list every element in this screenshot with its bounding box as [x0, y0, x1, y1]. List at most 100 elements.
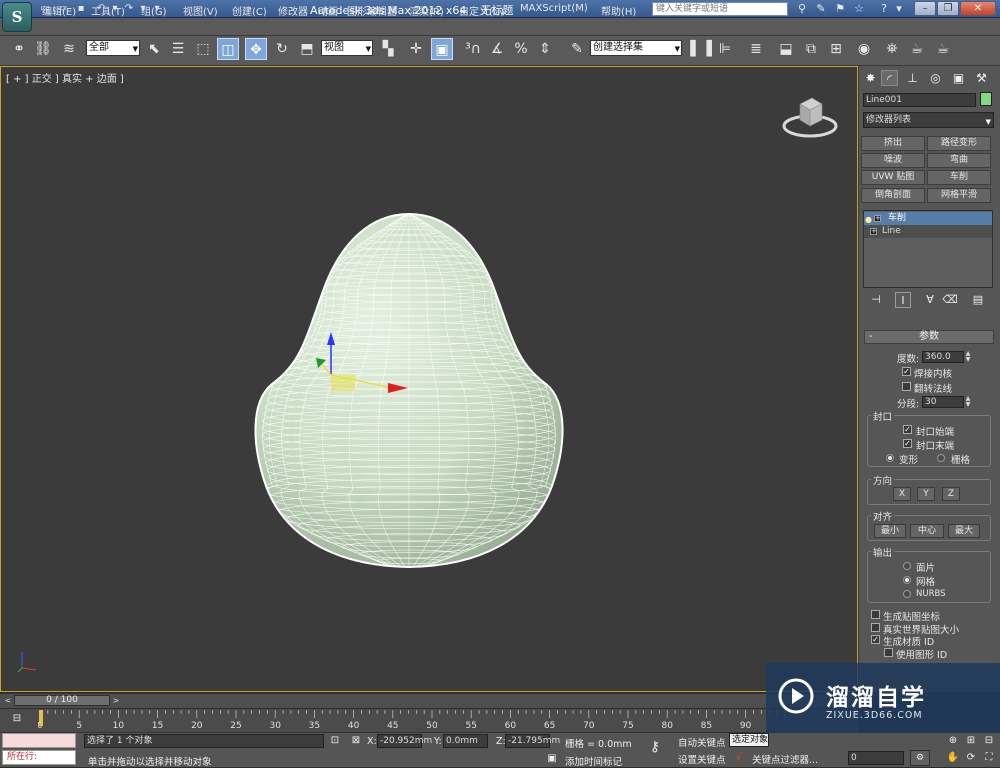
edit-named-selection-icon[interactable]: ✎ [566, 38, 588, 60]
rectangular-selection-icon[interactable]: ⬚ [192, 38, 214, 60]
maxscript-listener-input[interactable] [2, 733, 76, 748]
lathe-mesh[interactable] [0, 66, 858, 692]
help-icon[interactable]: ? [876, 2, 892, 16]
set-key-button[interactable]: 设置关键点 [678, 752, 726, 766]
bind-space-warp-icon[interactable]: ≋ [58, 38, 80, 60]
use-pivot-center-icon[interactable]: ▚ [377, 38, 399, 60]
modifier-button-uvw-map[interactable]: UVW 贴图 [861, 170, 925, 185]
menu-tools[interactable]: 工具(T) [91, 3, 125, 18]
subscription-icon[interactable]: ✎ [813, 2, 829, 16]
zoom-extents-icon[interactable]: ⊞ [964, 734, 978, 748]
modifier-button-lathe[interactable]: 车削 [927, 170, 991, 185]
layer-manager-icon[interactable]: ≣ [745, 38, 767, 60]
menu-group[interactable]: 组(G) [141, 3, 167, 18]
direction-y-button[interactable]: Y [917, 487, 935, 501]
auto-key-button[interactable]: 自动关键点 [678, 735, 726, 749]
nurbs-radio[interactable] [903, 590, 911, 598]
stack-item-line[interactable]: + Line [864, 225, 992, 238]
orbit-icon[interactable]: ⟳ [964, 751, 978, 765]
modifier-button-bevel-profile[interactable]: 倒角剖面 [861, 188, 925, 203]
modifier-button-path-deform[interactable]: 路径变形 [927, 136, 991, 151]
generate-mapping-coords-checkbox[interactable] [871, 610, 880, 619]
help-dropdown-icon[interactable]: ▾ [891, 2, 907, 16]
help-search-input[interactable]: 键入关键字或短语 [652, 2, 788, 16]
segments-spinner[interactable]: ▲ ▼ [964, 396, 972, 408]
use-shape-ids-checkbox[interactable] [884, 648, 893, 657]
expand-icon[interactable]: + [874, 215, 881, 222]
rendered-frame-window-icon[interactable]: ☕ [906, 38, 928, 60]
parameters-rollout-header[interactable]: - 参数 [864, 330, 994, 344]
menu-rendering[interactable]: 渲染(R) [409, 3, 444, 18]
current-frame-input[interactable]: 0 [848, 751, 904, 765]
select-and-manipulate-icon[interactable]: ✛ [405, 38, 427, 60]
motion-tab-icon[interactable]: ◎ [927, 70, 944, 86]
favorites-icon[interactable]: ☆ [851, 2, 867, 16]
hierarchy-tab-icon[interactable]: ⊥ [904, 70, 921, 86]
binoculars-icon[interactable]: ⚲ [794, 2, 810, 16]
object-name-field[interactable]: Line001 [863, 93, 976, 107]
maxscript-prompt-line[interactable]: 所在行: [2, 750, 76, 765]
modifier-button-bend[interactable]: 弯曲 [927, 153, 991, 168]
segments-input[interactable]: 30 [922, 396, 964, 408]
select-object-icon[interactable]: ⬉ [143, 38, 165, 60]
select-by-name-icon[interactable]: ☰ [167, 38, 189, 60]
pin-stack-icon[interactable]: ⊣ [868, 292, 884, 308]
cap-start-checkbox[interactable]: ✓ [903, 425, 912, 434]
maximize-viewport-icon[interactable]: ⛶ [982, 751, 996, 765]
graphite-tools-icon[interactable]: ⬓ [775, 38, 797, 60]
select-and-scale-icon[interactable]: ⬒ [296, 38, 318, 60]
communication-center-icon[interactable]: ⚑ [832, 2, 848, 16]
viewcube[interactable] [780, 88, 840, 142]
key-filter-icon[interactable]: √ [732, 751, 746, 765]
curve-editor-icon[interactable]: ⧉ [800, 38, 822, 60]
time-config-button[interactable]: ⚙ [910, 750, 930, 766]
x-coord-input[interactable]: -20.952mm [377, 734, 432, 748]
mesh-radio[interactable] [903, 576, 911, 584]
morph-radio[interactable] [886, 454, 894, 462]
align-min-button[interactable]: 最小 [874, 524, 906, 538]
angle-snap-icon[interactable]: ∡ [486, 38, 508, 60]
align-center-button[interactable]: 中心 [910, 524, 944, 538]
direction-x-button[interactable]: X [893, 487, 911, 501]
material-editor-icon[interactable]: ◉ [853, 38, 875, 60]
utilities-tab-icon[interactable]: ⚒ [973, 70, 990, 86]
menu-graph-editors[interactable]: 图形编辑器 [347, 3, 397, 18]
lock-icon[interactable]: ⊡ [328, 734, 342, 748]
create-tab-icon[interactable]: ✸ [862, 70, 879, 86]
menu-animation[interactable]: 动画 [318, 3, 338, 18]
time-slider[interactable] [0, 693, 858, 708]
patch-radio[interactable] [903, 562, 911, 570]
unlink-icon[interactable]: ⛓ [32, 38, 54, 60]
keyboard-shortcut-override-icon[interactable]: ▣ [431, 38, 453, 60]
grid-radio[interactable] [937, 454, 945, 462]
modifier-list-dropdown[interactable]: 修改器列表 ▼ [863, 112, 994, 128]
render-setup-icon[interactable]: ⛯ [881, 38, 903, 60]
link-icon[interactable]: ⚭ [8, 38, 30, 60]
selected-object-dropdown[interactable]: 选定对象 [729, 733, 769, 747]
make-unique-icon[interactable]: ∀ [922, 292, 938, 308]
modifier-stack[interactable]: ● + 车削 + Line [863, 210, 993, 288]
zoom-all-icon[interactable]: ⊟ [982, 734, 996, 748]
degrees-spinner[interactable]: ▲ ▼ [964, 351, 972, 363]
modifier-button-extrude[interactable]: 挤出 [861, 136, 925, 151]
object-color-swatch[interactable] [980, 92, 992, 106]
modifier-button-noise[interactable]: 噪波 [861, 153, 925, 168]
restore-button[interactable]: ❐ [937, 1, 959, 16]
remove-modifier-icon[interactable]: ⌫ [942, 292, 958, 308]
z-coord-input[interactable]: -21.795mm [505, 734, 560, 748]
key-filters-button[interactable]: 关键点过滤器... [752, 752, 818, 766]
absolute-mode-icon[interactable]: ⊠ [349, 734, 363, 748]
percent-snap-icon[interactable]: % [510, 38, 532, 60]
select-and-move-icon[interactable]: ✥ [245, 38, 267, 60]
schematic-view-icon[interactable]: ⊞ [825, 38, 847, 60]
zoom-icon[interactable]: ⊕ [946, 734, 960, 748]
menu-create[interactable]: 创建(C) [232, 3, 267, 18]
real-world-map-size-checkbox[interactable] [871, 623, 880, 632]
render-production-icon[interactable]: ☕ [932, 38, 954, 60]
minimize-button[interactable]: – [914, 1, 936, 16]
menu-views[interactable]: 视图(V) [183, 3, 218, 18]
spinner-snap-icon[interactable]: ⇕ [534, 38, 556, 60]
time-prev-arrow-icon[interactable]: < [3, 695, 13, 706]
generate-material-ids-checkbox[interactable]: ✓ [871, 635, 880, 644]
window-crossing-icon[interactable]: ◫ [217, 38, 239, 60]
